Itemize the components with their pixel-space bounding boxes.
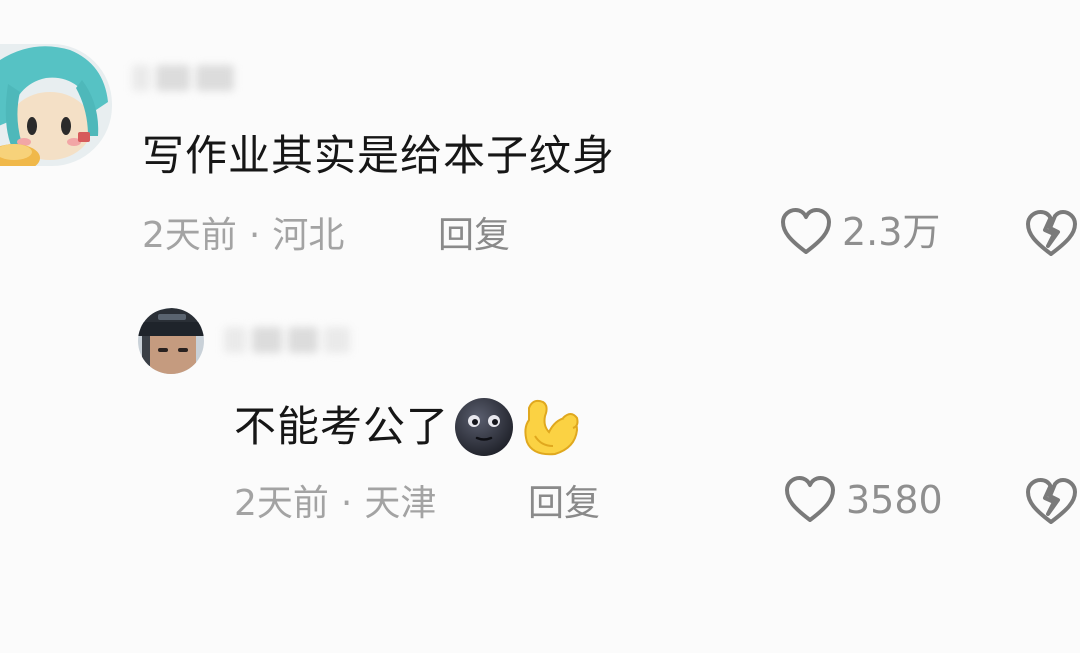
- commenter-avatar[interactable]: [0, 44, 112, 166]
- like-button[interactable]: 2.3万: [780, 208, 940, 256]
- reply-button[interactable]: 回复: [438, 212, 510, 260]
- meta-separator: ·: [340, 483, 353, 524]
- reply-text: 不能考公了: [234, 402, 450, 451]
- replier-avatar[interactable]: [138, 308, 204, 374]
- reply-location: 天津: [364, 483, 437, 524]
- dislike-button[interactable]: [1024, 478, 1078, 526]
- comment-text: 写作业其实是给本子纹身: [142, 131, 616, 180]
- reply-comment: 不能考公了: [234, 396, 581, 458]
- broken-heart-icon: [1024, 478, 1078, 526]
- reply-button[interactable]: 回复: [528, 480, 600, 528]
- comment-thread: 写作业其实是给本子纹身 2天前 · 河北 回复 2.3万 不能考公了 2天前 ·…: [0, 0, 1080, 653]
- heart-outline-icon: [780, 208, 832, 256]
- reply-meta: 2天前 · 天津: [234, 480, 436, 528]
- replier-username-blurred[interactable]: [224, 318, 356, 362]
- commenter-username-blurred[interactable]: [132, 56, 240, 100]
- comment-meta: 2天前 · 河北: [142, 212, 344, 260]
- comment-location: 河北: [272, 215, 345, 256]
- flexed-biceps-emoji: [519, 396, 581, 458]
- like-count: 3580: [846, 478, 943, 522]
- meta-separator: ·: [248, 215, 261, 256]
- like-button[interactable]: 3580: [784, 476, 943, 524]
- reply-time: 2天前: [234, 483, 329, 524]
- comment-time: 2天前: [142, 215, 237, 256]
- dislike-button[interactable]: [1024, 210, 1078, 258]
- heart-outline-icon: [784, 476, 836, 524]
- like-count: 2.3万: [842, 210, 941, 254]
- new-moon-face-emoji: [453, 396, 515, 458]
- broken-heart-icon: [1024, 210, 1078, 258]
